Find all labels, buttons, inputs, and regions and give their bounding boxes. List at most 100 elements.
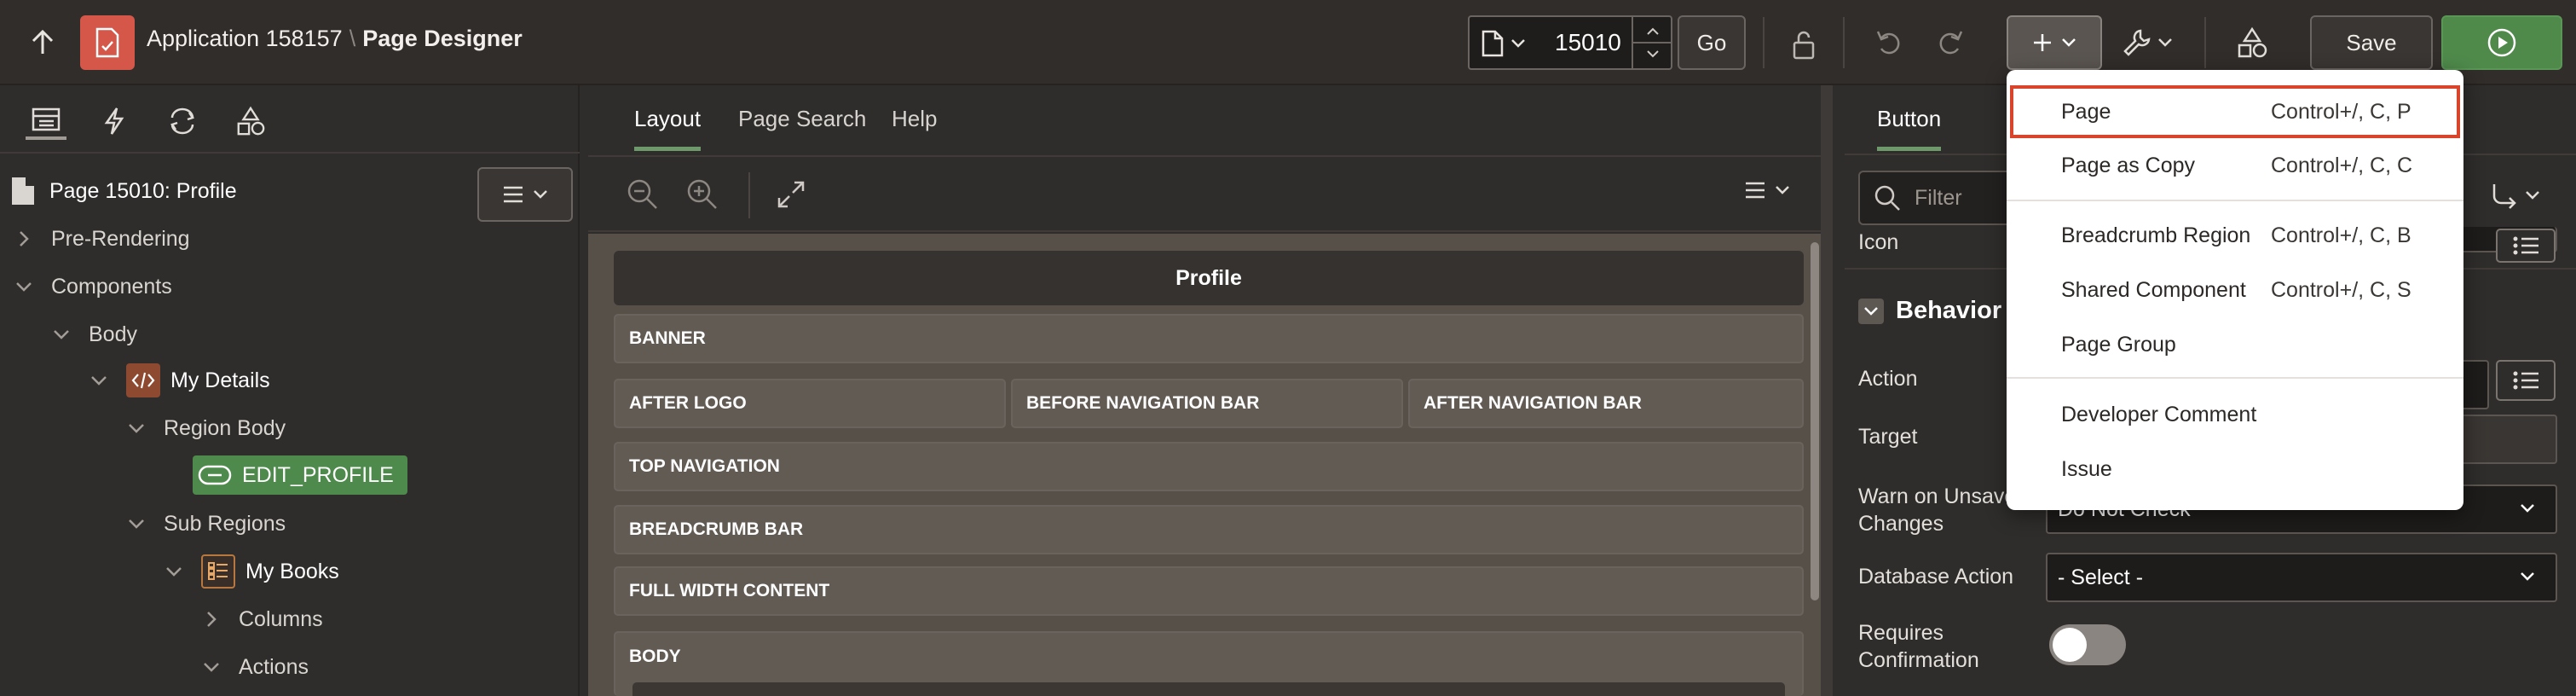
back-arrow-icon[interactable] bbox=[26, 26, 60, 60]
region-breadcrumb-bar[interactable]: BREADCRUMB BAR bbox=[614, 505, 1804, 554]
button-icon bbox=[198, 463, 232, 487]
tree-label: Body bbox=[89, 322, 137, 346]
layout-menu-icon[interactable] bbox=[1744, 181, 1790, 200]
redo-icon[interactable] bbox=[1932, 26, 1969, 60]
rendering-tab[interactable] bbox=[26, 102, 66, 140]
database-action-select[interactable]: - Select - bbox=[2046, 553, 2557, 602]
tree-node-pre-rendering[interactable]: Pre-Rendering bbox=[14, 218, 190, 259]
menu-item-page-as-copy[interactable]: Page as Copy Control+/, C, C bbox=[2007, 138, 2463, 193]
region-full-width-content[interactable]: FULL WIDTH CONTENT bbox=[614, 566, 1804, 616]
lock-icon[interactable] bbox=[1783, 26, 1824, 63]
tab-layout[interactable]: Layout bbox=[634, 106, 702, 151]
region-after-navigation-bar[interactable]: AFTER NAVIGATION BAR bbox=[1408, 379, 1804, 428]
app-icon[interactable] bbox=[80, 15, 135, 70]
tree-node-my-details[interactable]: My Details bbox=[89, 360, 270, 401]
breadcrumb: Application 158157 \ Page Designer bbox=[147, 26, 523, 52]
zoom-in-icon[interactable] bbox=[685, 177, 719, 212]
tree-node-components[interactable]: Components bbox=[14, 266, 172, 307]
page-number-input[interactable]: 15010 bbox=[1555, 29, 1621, 56]
menu-item-shortcut: Control+/, C, P bbox=[2271, 99, 2411, 124]
page-number-stepper[interactable] bbox=[1632, 17, 1672, 68]
menu-item-issue[interactable]: Issue bbox=[2007, 442, 2463, 496]
menu-item-label: Breadcrumb Region bbox=[2061, 223, 2251, 247]
processing-tab[interactable] bbox=[162, 102, 203, 140]
chevron-down-icon[interactable] bbox=[1858, 298, 1884, 324]
behavior-group-header[interactable]: Behavior bbox=[1858, 297, 2001, 325]
region-top-navigation[interactable]: TOP NAVIGATION bbox=[614, 442, 1804, 491]
search-icon bbox=[1874, 184, 1901, 212]
warn-label-line1: Warn on Unsaved bbox=[1858, 484, 2029, 508]
menu-item-label: Developer Comment bbox=[2061, 402, 2257, 426]
toggle-knob bbox=[2053, 628, 2087, 662]
chevron-down-icon[interactable] bbox=[89, 370, 109, 391]
toolbar-divider bbox=[1763, 17, 1765, 68]
menu-item-label: Shared Component bbox=[2061, 277, 2246, 302]
action-list-button[interactable] bbox=[2496, 360, 2556, 401]
go-button[interactable]: Go bbox=[1678, 15, 1746, 70]
static-region-icon bbox=[126, 363, 160, 397]
chevron-right-icon[interactable] bbox=[14, 229, 34, 249]
menu-item-label: Page bbox=[2061, 99, 2111, 124]
tree-label: Pre-Rendering bbox=[51, 226, 190, 251]
menu-item-label: Page Group bbox=[2061, 332, 2176, 357]
chevron-down-icon[interactable] bbox=[164, 561, 184, 582]
tree-node-body[interactable]: Body bbox=[51, 314, 137, 355]
warn-on-unsaved-label: Warn on Unsaved Changes bbox=[1858, 483, 2028, 537]
create-menu-button[interactable] bbox=[2007, 15, 2102, 70]
app-name[interactable]: Application 158157 bbox=[147, 26, 343, 51]
tree-label: My Books bbox=[245, 559, 339, 583]
chevron-down-icon[interactable] bbox=[126, 513, 147, 534]
menu-item-breadcrumb-region[interactable]: Breadcrumb Region Control+/, C, B bbox=[2007, 208, 2463, 263]
menu-item-developer-comment[interactable]: Developer Comment bbox=[2007, 387, 2463, 442]
tab-page-search[interactable]: Page Search bbox=[738, 106, 866, 132]
menu-item-shared-component[interactable]: Shared Component Control+/, C, S bbox=[2007, 263, 2463, 317]
layout-pane: Layout Page Search Help Profile BANNER A… bbox=[588, 85, 1833, 696]
tree-node-columns[interactable]: Columns bbox=[201, 599, 323, 640]
tree-menu-button[interactable] bbox=[477, 167, 573, 222]
go-to-group-icon[interactable] bbox=[2489, 181, 2540, 210]
undo-icon[interactable] bbox=[1870, 26, 1908, 60]
page-number-field[interactable]: 15010 bbox=[1468, 15, 1672, 70]
chevron-down-icon[interactable] bbox=[126, 418, 147, 438]
tree-label: Region Body bbox=[164, 415, 286, 440]
zoom-out-icon[interactable] bbox=[626, 177, 660, 212]
requires-confirmation-toggle[interactable] bbox=[2049, 624, 2126, 665]
region-before-navigation-bar[interactable]: BEFORE NAVIGATION BAR bbox=[1011, 379, 1403, 428]
tab-button[interactable]: Button bbox=[1877, 106, 1942, 151]
tree-node-my-books[interactable]: My Books bbox=[164, 551, 339, 592]
tree-label: Columns bbox=[239, 606, 323, 631]
region-banner[interactable]: BANNER bbox=[614, 314, 1804, 363]
tree-node-sub-regions[interactable]: Sub Regions bbox=[126, 503, 286, 544]
menu-item-label: Issue bbox=[2061, 456, 2112, 481]
icon-list-button[interactable] bbox=[2496, 229, 2556, 263]
shared-components-icon[interactable] bbox=[2232, 24, 2273, 61]
shared-components-tab[interactable] bbox=[230, 102, 271, 140]
requires-confirmation-label: Requires Confirmation bbox=[1858, 619, 1979, 674]
page-node[interactable]: Page 15010: Profile bbox=[9, 171, 237, 212]
menu-item-shortcut: Control+/, C, B bbox=[2271, 223, 2411, 247]
create-dropdown-menu: Page Control+/, C, P Page as Copy Contro… bbox=[2007, 70, 2463, 510]
menu-item-page[interactable]: Page Control+/, C, P bbox=[2010, 85, 2460, 138]
tree-node-edit-profile[interactable]: EDIT_PROFILE bbox=[193, 455, 407, 495]
dynamic-actions-tab[interactable] bbox=[94, 102, 135, 140]
chevron-down-icon[interactable] bbox=[201, 657, 222, 677]
chevron-down-icon[interactable] bbox=[14, 276, 34, 297]
run-page-button[interactable] bbox=[2441, 15, 2562, 70]
region-after-logo[interactable]: AFTER LOGO bbox=[614, 379, 1006, 428]
tree-node-region-body[interactable]: Region Body bbox=[126, 408, 286, 449]
utilities-wrench-icon[interactable] bbox=[2117, 24, 2177, 61]
page-header-region[interactable]: Profile bbox=[614, 251, 1804, 305]
tree-label: Sub Regions bbox=[164, 511, 286, 536]
chevron-right-icon[interactable] bbox=[201, 609, 222, 629]
save-button[interactable]: Save bbox=[2310, 15, 2433, 70]
tree-node-actions[interactable]: Actions bbox=[201, 647, 309, 687]
chevron-down-icon bbox=[2520, 503, 2535, 513]
body-inner-region[interactable] bbox=[632, 682, 1785, 696]
expand-icon[interactable] bbox=[776, 179, 806, 210]
tab-help[interactable]: Help bbox=[892, 106, 937, 132]
menu-item-page-group[interactable]: Page Group bbox=[2007, 317, 2463, 372]
page-select-icon[interactable] bbox=[1481, 29, 1536, 58]
action-label: Action bbox=[1858, 367, 1918, 391]
chevron-down-icon[interactable] bbox=[51, 324, 72, 345]
canvas-scrollbar[interactable] bbox=[1811, 242, 1819, 600]
